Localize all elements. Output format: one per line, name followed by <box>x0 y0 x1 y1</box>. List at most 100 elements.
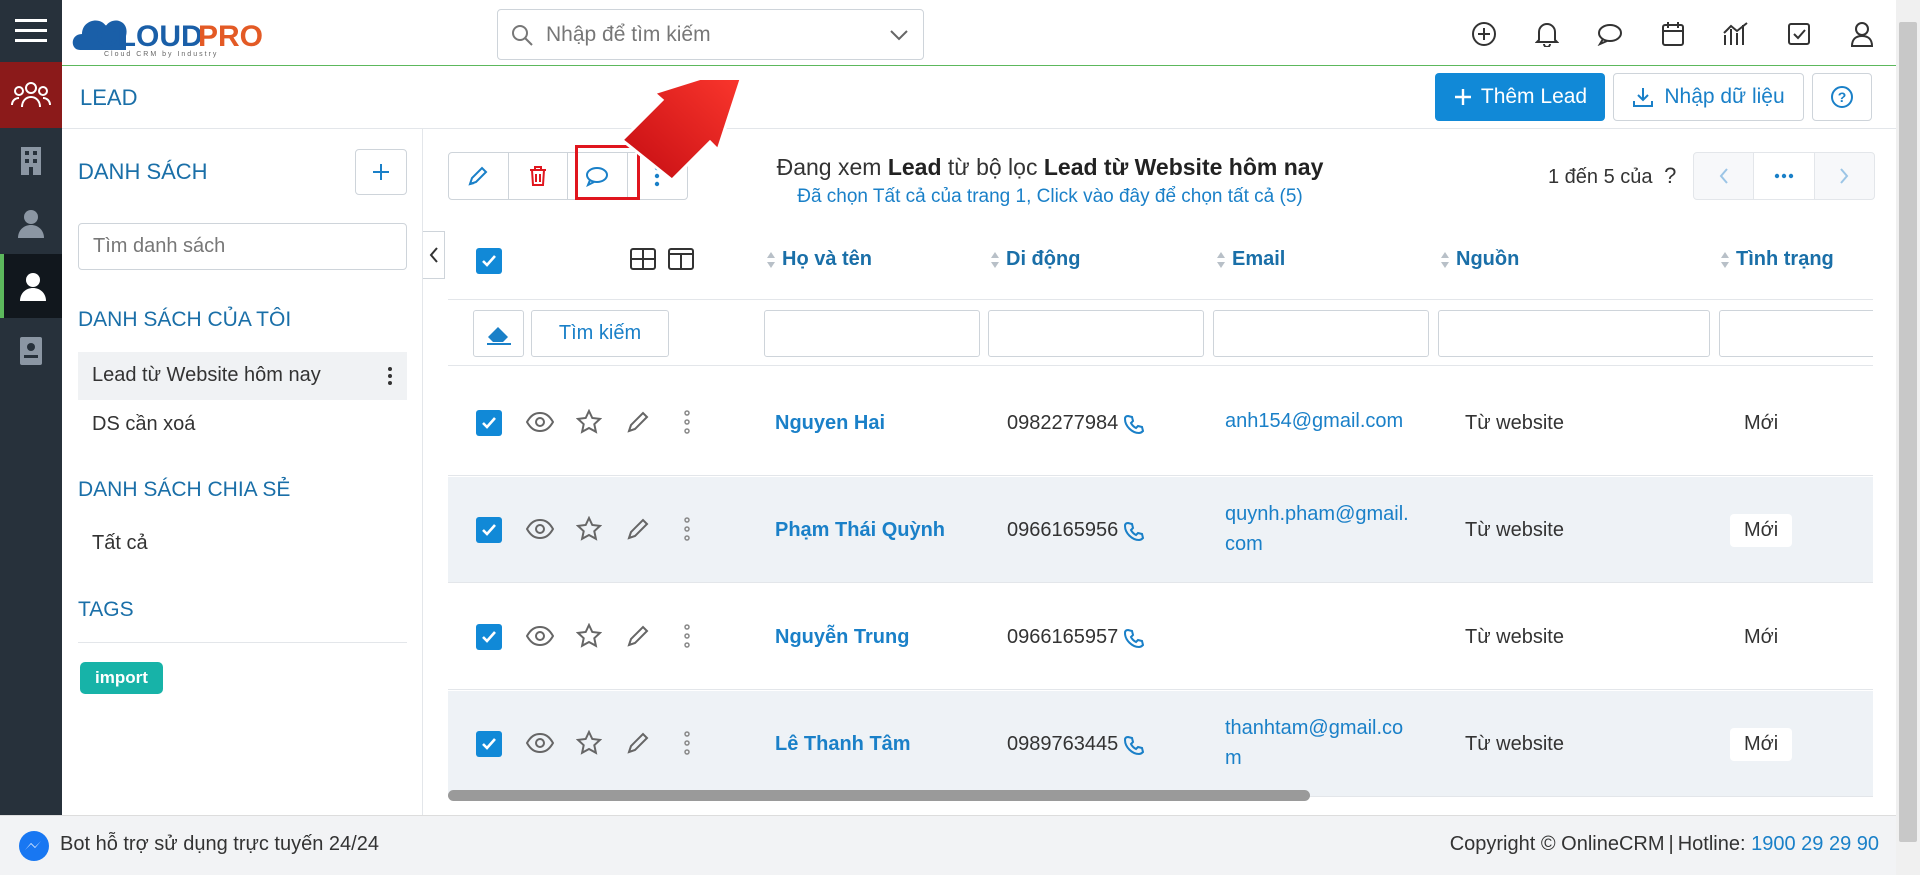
filter-status-input[interactable] <box>1719 310 1873 357</box>
filter-mobile-input[interactable] <box>988 310 1204 357</box>
collapse-panel-button[interactable] <box>423 231 445 279</box>
tag-import[interactable]: import <box>80 662 163 694</box>
plus-circle-icon[interactable] <box>1468 18 1500 50</box>
sort-icon <box>991 251 999 268</box>
hotline-number[interactable]: 1900 29 29 90 <box>1751 833 1879 855</box>
eraser-icon <box>486 326 511 345</box>
next-page-button[interactable] <box>1815 153 1874 199</box>
eye-icon[interactable] <box>526 412 554 432</box>
lead-email-link[interactable]: thanhtam@gmail.co m <box>1225 713 1403 773</box>
phone-icon[interactable] <box>1124 628 1145 648</box>
messenger-icon[interactable] <box>18 830 50 862</box>
filter-source-input[interactable] <box>1438 310 1710 357</box>
lead-table: Họ và tên Di động Email Nguồn Tình trạng… <box>448 220 1873 800</box>
filter-email-input[interactable] <box>1213 310 1429 357</box>
eye-icon[interactable] <box>526 733 554 753</box>
search-icon <box>510 23 534 47</box>
list-item-to-delete[interactable]: DS cần xoá <box>78 401 407 449</box>
chat-icon[interactable] <box>1594 18 1626 50</box>
prev-page-button[interactable] <box>1694 153 1755 199</box>
group-icon[interactable] <box>0 62 62 128</box>
phone-icon[interactable] <box>1124 521 1145 541</box>
more-vertical-icon[interactable] <box>684 517 690 541</box>
building-icon[interactable] <box>0 130 62 192</box>
row-checkbox[interactable] <box>476 410 502 436</box>
lead-email-link[interactable]: anh154@gmail.com <box>1225 406 1403 436</box>
import-data-button[interactable]: Nhập dữ liệu <box>1613 73 1804 121</box>
checkbox-icon[interactable] <box>1783 18 1815 50</box>
chart-icon[interactable] <box>1720 18 1752 50</box>
bot-support-link[interactable]: Bot hỗ trợ sử dụng trực tuyến 24/24 <box>60 833 379 856</box>
column-header-source[interactable]: Nguồn <box>1440 248 1519 271</box>
list-search-input[interactable]: Tìm danh sách <box>78 223 407 270</box>
sort-icon <box>767 251 775 268</box>
column-header-name[interactable]: Họ và tên <box>766 248 872 271</box>
vertical-scrollbar[interactable] <box>1899 22 1917 842</box>
status-badge: Mới <box>1730 514 1793 547</box>
more-vertical-icon[interactable] <box>684 624 690 648</box>
table-row[interactable]: Phạm Thái Quỳnh 0966165956 quynh.pham@gm… <box>448 477 1873 583</box>
column-header-status[interactable]: Tình trạng <box>1720 248 1834 271</box>
page-subheader: LEAD Thêm Lead Nhập dữ liệu ? <box>62 67 1896 129</box>
clear-filter-button[interactable] <box>473 310 524 357</box>
table-row[interactable]: Lê Thanh Tâm 0989763445 thanhtam@gmail.c… <box>448 691 1873 797</box>
list-item-all[interactable]: Tất cả <box>78 520 407 568</box>
star-icon[interactable] <box>576 623 602 649</box>
star-icon[interactable] <box>576 516 602 542</box>
lead-name-link[interactable]: Lê Thanh Tâm <box>775 733 911 756</box>
add-list-button[interactable] <box>355 149 407 195</box>
row-checkbox[interactable] <box>476 517 502 543</box>
pencil-icon[interactable] <box>626 517 650 541</box>
plus-icon <box>373 164 389 180</box>
lead-name-link[interactable]: Nguyễn Trung <box>775 626 909 649</box>
columns-icon[interactable] <box>668 248 694 270</box>
document-icon[interactable] <box>0 320 62 382</box>
total-count-button[interactable]: ? <box>1664 163 1676 188</box>
eye-icon[interactable] <box>526 519 554 539</box>
profile-icon[interactable] <box>1846 18 1878 50</box>
column-header-email[interactable]: Email <box>1216 248 1285 271</box>
more-vertical-icon[interactable] <box>387 366 393 386</box>
chevron-down-icon[interactable] <box>889 29 909 41</box>
more-vertical-icon[interactable] <box>684 731 690 755</box>
cloudpro-logo[interactable]: CLOUD PRO Cloud CRM by Industry <box>70 6 310 58</box>
lead-name-link[interactable]: Nguyen Hai <box>775 412 885 435</box>
star-icon[interactable] <box>576 730 602 756</box>
grid-icon[interactable] <box>630 248 656 270</box>
menu-icon[interactable] <box>0 0 62 62</box>
column-label: Tình trạng <box>1736 248 1834 270</box>
column-header-mobile[interactable]: Di động <box>990 248 1080 271</box>
phone-icon[interactable] <box>1124 414 1145 434</box>
help-button[interactable]: ? <box>1812 73 1872 121</box>
calendar-icon[interactable] <box>1657 18 1689 50</box>
lead-email-link[interactable]: quynh.pham@gmail. com <box>1225 499 1409 559</box>
pencil-icon[interactable] <box>626 624 650 648</box>
lead-name-link[interactable]: Phạm Thái Quỳnh <box>775 519 945 542</box>
page-jump-button[interactable] <box>1754 153 1815 199</box>
user-icon[interactable] <box>0 254 62 318</box>
select-all-link[interactable]: Đã chọn Tất cả của trang 1, Click vào đâ… <box>700 186 1400 208</box>
star-icon[interactable] <box>576 409 602 435</box>
pencil-icon[interactable] <box>626 410 650 434</box>
pencil-icon[interactable] <box>626 731 650 755</box>
global-search-input[interactable]: Nhập để tìm kiếm <box>497 9 924 60</box>
hotline-label: Hotline: <box>1677 833 1746 855</box>
bell-icon[interactable] <box>1531 18 1563 50</box>
select-all-checkbox[interactable] <box>476 248 502 274</box>
row-checkbox[interactable] <box>476 731 502 757</box>
filter-search-button[interactable]: Tìm kiếm <box>531 310 669 357</box>
table-row[interactable]: Nguyễn Trung 0966165957 Từ website Mới <box>448 584 1873 690</box>
more-vertical-icon[interactable] <box>684 410 690 434</box>
row-checkbox[interactable] <box>476 624 502 650</box>
list-item-website-today[interactable]: Lead từ Website hôm nay <box>78 352 407 400</box>
filter-name-input[interactable] <box>764 310 980 357</box>
horizontal-scrollbar[interactable] <box>448 790 1310 801</box>
add-lead-button[interactable]: Thêm Lead <box>1435 73 1605 121</box>
bulk-edit-button[interactable] <box>449 153 509 199</box>
bulk-delete-button[interactable] <box>509 153 568 199</box>
contact-icon[interactable] <box>0 192 62 254</box>
eye-icon[interactable] <box>526 626 554 646</box>
phone-icon[interactable] <box>1124 735 1145 755</box>
status-badge: Mới <box>1730 728 1793 761</box>
table-row[interactable]: Nguyen Hai 0982277984 anh154@gmail.com T… <box>448 370 1873 476</box>
